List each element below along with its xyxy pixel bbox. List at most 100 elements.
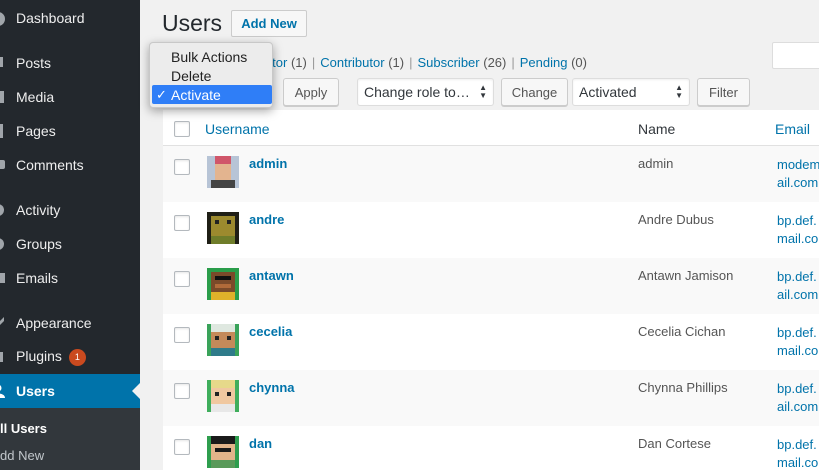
username-link[interactable]: chynna — [249, 380, 295, 395]
submenu-all-users[interactable]: ll Users — [0, 421, 47, 436]
email-line: mail.co — [777, 231, 819, 246]
row-checkbox[interactable] — [174, 271, 190, 287]
checkmark-icon: ✓ — [156, 86, 167, 102]
row-checkbox[interactable] — [174, 327, 190, 343]
row-checkbox[interactable] — [174, 383, 190, 399]
dashboard-icon — [0, 10, 6, 26]
email-icon — [0, 270, 6, 286]
sidebar-item-label: Pages — [16, 123, 56, 139]
avatar — [207, 436, 239, 468]
email-line: bp.def. — [777, 269, 817, 284]
email-line: bp.def. — [777, 213, 817, 228]
sidebar-item-comments[interactable]: Comments — [0, 148, 140, 182]
sidebar-item-media[interactable]: Media — [0, 80, 140, 114]
filter-contributor[interactable]: Contributor — [320, 55, 384, 70]
users-icon — [0, 383, 6, 399]
option-delete[interactable]: Delete — [150, 66, 272, 85]
apply-button[interactable]: Apply — [283, 78, 339, 106]
email-line: bp.def. — [777, 381, 817, 396]
administrator-count: (1) — [290, 55, 307, 70]
column-username[interactable]: Username — [205, 121, 270, 137]
sidebar-item-label: Media — [16, 89, 55, 105]
user-email[interactable]: bp.def. ail.com — [777, 268, 819, 304]
sidebar-item-activity[interactable]: Activity — [0, 193, 140, 227]
page-title: Users — [162, 10, 223, 36]
pages-icon — [0, 123, 6, 139]
email-line: ail.com — [777, 399, 819, 414]
plugins-label: Plugins — [16, 348, 62, 365]
groups-icon — [0, 236, 6, 252]
user-email[interactable]: bp.def. ail.com — [777, 380, 819, 416]
user-email[interactable]: bp.def. mail.co — [777, 212, 819, 248]
sidebar-item-dashboard[interactable]: Dashboard — [0, 1, 140, 35]
sidebar-item-emails[interactable]: Emails — [0, 261, 140, 295]
change-button[interactable]: Change — [501, 78, 568, 106]
activity-icon — [0, 202, 6, 218]
option-activate[interactable]: ✓ Activate — [152, 85, 272, 104]
user-display-name: admin — [638, 156, 674, 171]
column-name: Name — [638, 121, 676, 137]
row-checkbox[interactable] — [174, 215, 190, 231]
add-new-button[interactable]: Add New — [231, 10, 307, 37]
contributor-count: (1) — [388, 55, 405, 70]
email-line: bp.def. — [777, 437, 817, 452]
row-checkbox[interactable] — [174, 439, 190, 455]
option-bulk-actions[interactable]: Bulk Actions — [150, 47, 272, 66]
filter-pending[interactable]: Pending — [520, 55, 568, 70]
user-email[interactable]: bp.def. mail.co — [777, 436, 819, 470]
column-email[interactable]: Email — [775, 121, 810, 137]
email-line: mail.co — [777, 343, 819, 358]
filter-subscriber[interactable]: Subscriber — [417, 55, 479, 70]
sidebar-item-label: Groups — [16, 236, 62, 252]
email-line: ail.com — [777, 175, 819, 190]
avatar — [207, 380, 239, 412]
select-arrows-icon: ▲ ▼ — [675, 83, 683, 100]
sidebar-item-pages[interactable]: Pages — [0, 114, 140, 148]
comment-icon — [0, 157, 6, 173]
user-display-name: Chynna Phillips — [638, 380, 728, 395]
sidebar-item-label: Appearance — [16, 315, 92, 331]
table-row: andre Andre Dubus bp.def. mail.co — [163, 202, 819, 258]
table-row: chynna Chynna Phillips bp.def. ail.com — [163, 370, 819, 426]
sidebar-item-label: Comments — [16, 157, 84, 173]
email-line: ail.com — [777, 287, 819, 302]
update-count-badge: 1 — [68, 348, 86, 366]
user-display-name: Antawn Jamison — [638, 268, 734, 283]
sidebar-item-plugins[interactable]: Plugins 1 — [0, 340, 140, 374]
users-submenu: ll Users dd New — [0, 408, 140, 470]
select-all-checkbox[interactable] — [174, 121, 190, 137]
sidebar-item-users[interactable]: Users — [0, 374, 140, 408]
avatar — [207, 156, 239, 188]
submenu-add-new[interactable]: dd New — [0, 448, 44, 463]
filter-button[interactable]: Filter — [697, 78, 750, 106]
role-filter-links: trator (1)|Contributor (1)|Subscriber (2… — [257, 55, 587, 70]
user-display-name: Andre Dubus — [638, 212, 714, 227]
search-input[interactable] — [772, 42, 819, 69]
change-role-select[interactable]: Change role to… ▲ ▼ — [357, 78, 494, 106]
avatar — [207, 324, 239, 356]
plugin-icon — [0, 349, 6, 365]
username-link[interactable]: andre — [249, 212, 284, 227]
pending-count: (0) — [571, 55, 587, 70]
username-link[interactable]: cecelia — [249, 324, 292, 339]
avatar — [207, 268, 239, 300]
row-checkbox[interactable] — [174, 159, 190, 175]
avatar — [207, 212, 239, 244]
status-select[interactable]: Activated ▲ ▼ — [572, 78, 690, 106]
username-link[interactable]: dan — [249, 436, 272, 451]
user-display-name: Cecelia Cichan — [638, 324, 726, 339]
sidebar-item-appearance[interactable]: Appearance — [0, 306, 140, 340]
admin-sidebar: Dashboard Posts Media Pages Comments Act… — [0, 0, 140, 470]
sidebar-item-label: Plugins 1 — [16, 348, 86, 366]
username-link[interactable]: antawn — [249, 268, 294, 283]
sidebar-item-posts[interactable]: Posts — [0, 46, 140, 80]
pin-icon — [0, 55, 6, 71]
bulk-actions-dropdown[interactable]: Bulk Actions Delete ✓ Activate — [149, 42, 273, 108]
sidebar-item-groups[interactable]: Groups — [0, 227, 140, 261]
table-row: admin admin modem ail.com — [163, 146, 819, 202]
media-icon — [0, 89, 6, 105]
table-row: antawn Antawn Jamison bp.def. ail.com — [163, 258, 819, 314]
user-email[interactable]: bp.def. mail.co — [777, 324, 819, 360]
username-link[interactable]: admin — [249, 156, 287, 171]
user-email[interactable]: modem ail.com — [777, 156, 819, 192]
